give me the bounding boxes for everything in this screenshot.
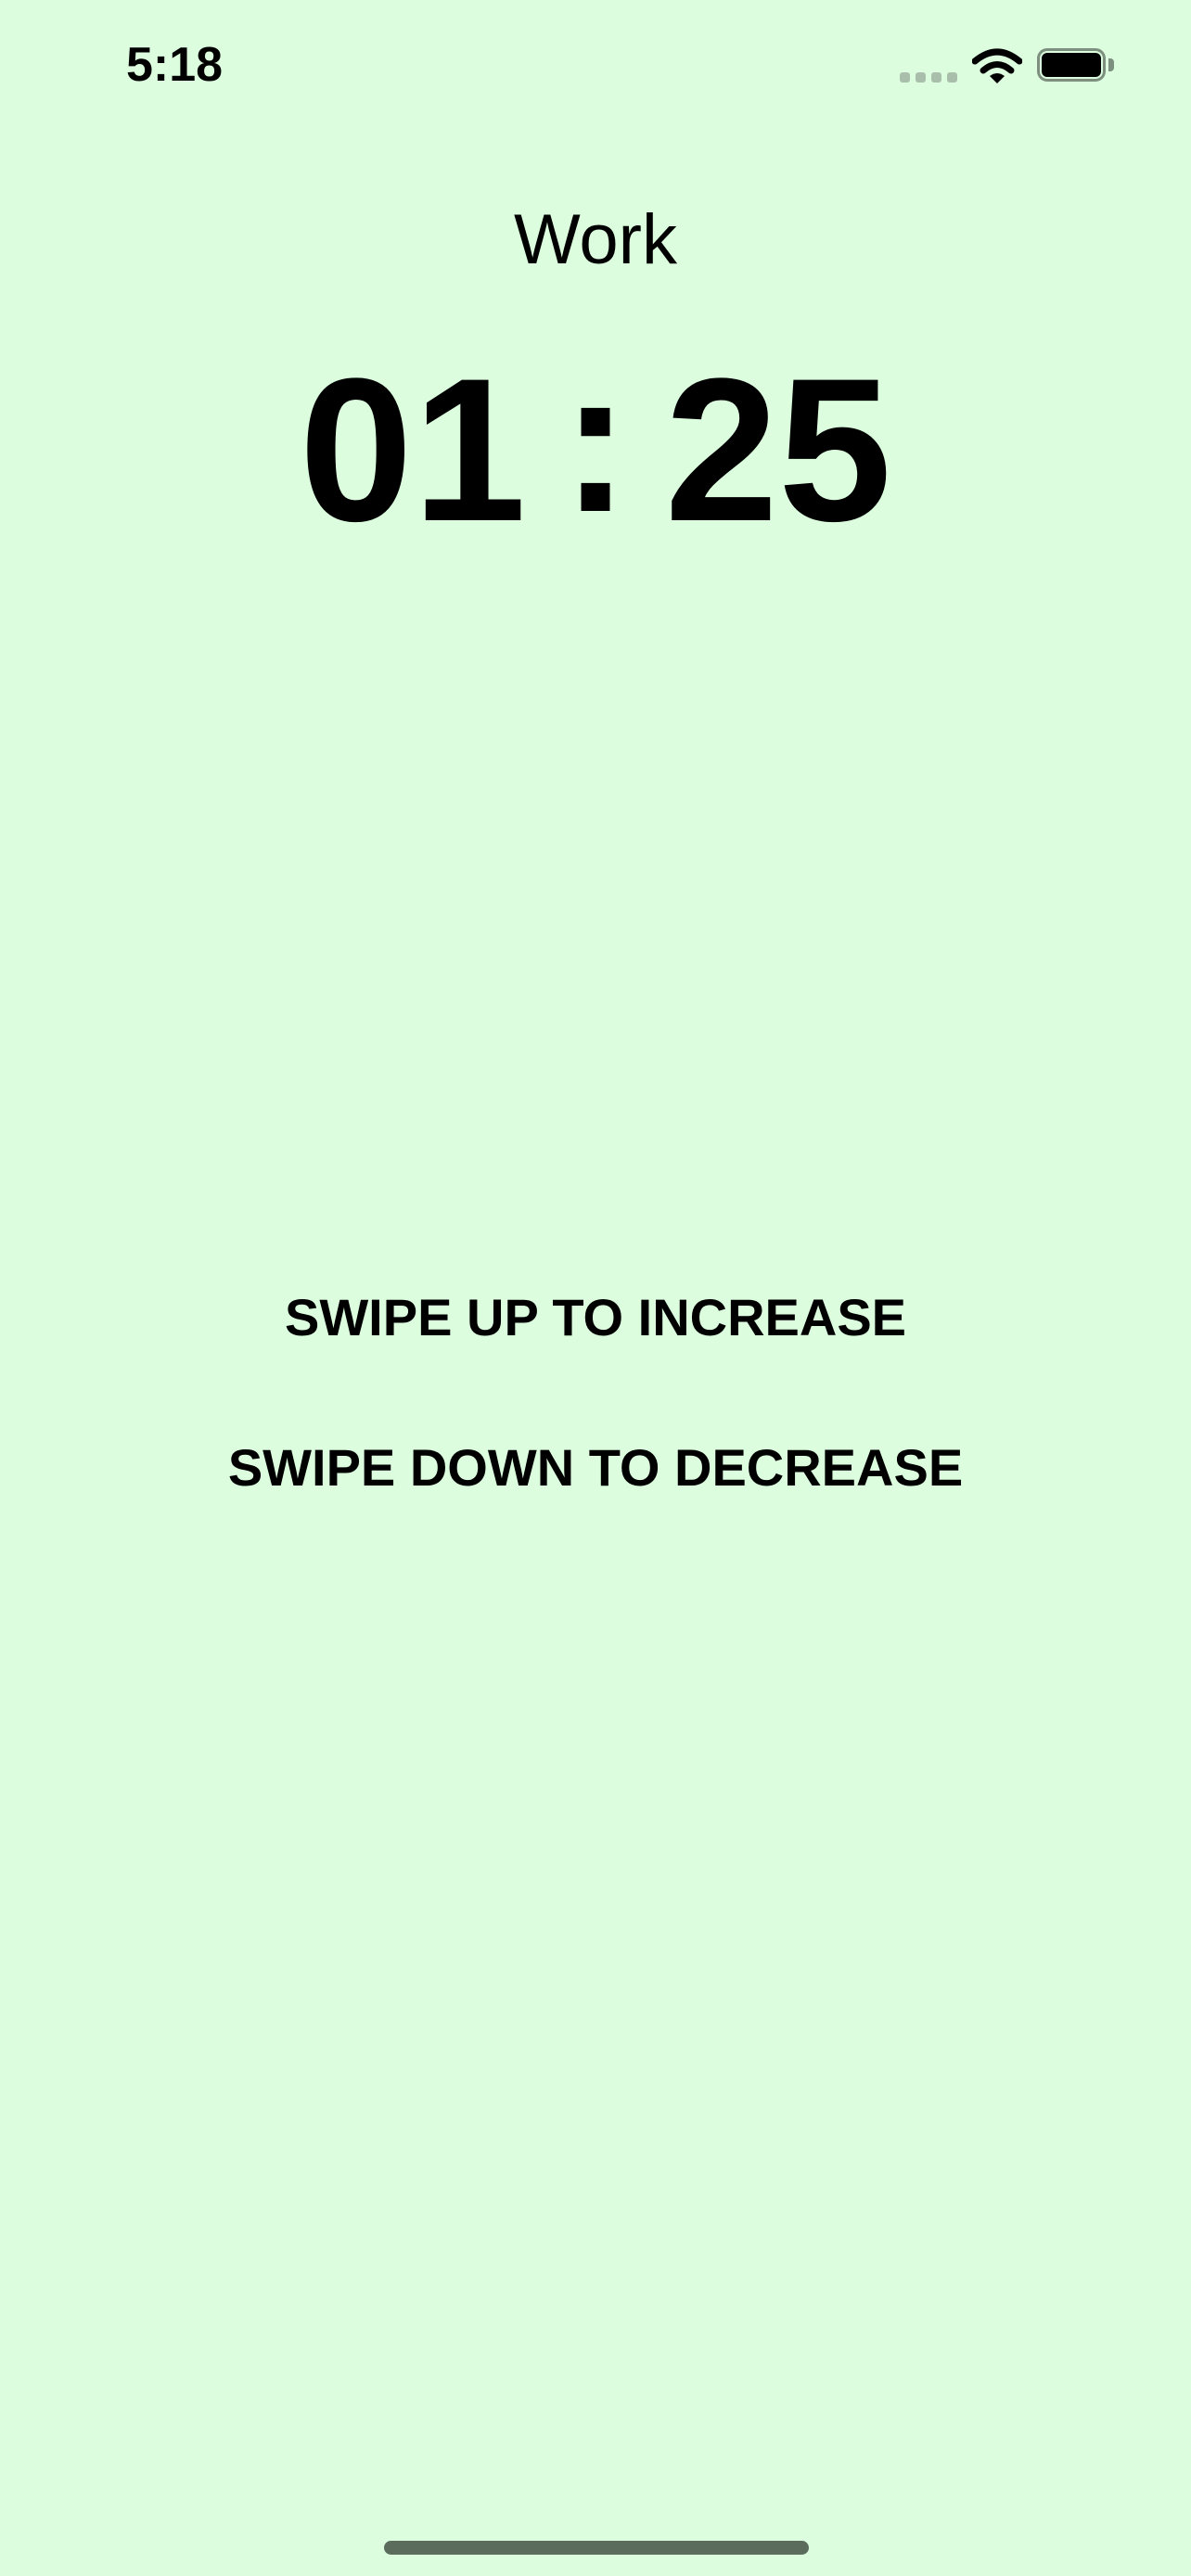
timer-display[interactable]: 01 : 25 xyxy=(0,336,1191,564)
timer-seconds: 25 xyxy=(664,336,892,564)
timer-minutes: 01 xyxy=(299,336,527,564)
timer-separator: : xyxy=(561,326,630,555)
signal-icon xyxy=(900,72,959,85)
battery-icon xyxy=(1037,48,1117,85)
swipe-down-instruction: SWIPE DOWN TO DECREASE xyxy=(227,1438,964,1497)
status-time: 5:18 xyxy=(126,38,224,92)
mode-title: Work xyxy=(514,200,677,279)
swipe-up-instruction: SWIPE UP TO INCREASE xyxy=(284,1288,907,1346)
wifi-icon xyxy=(972,48,1022,83)
home-indicator[interactable] xyxy=(384,2541,809,2555)
status-bar: 5:18 xyxy=(0,0,1191,139)
